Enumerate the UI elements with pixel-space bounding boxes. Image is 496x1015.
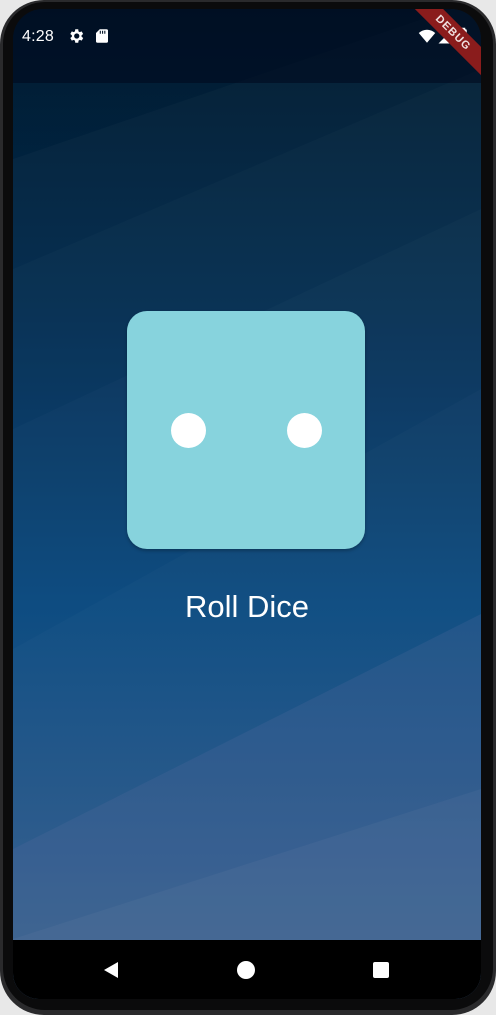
status-bar: 4:28 DEBUG [13,9,481,83]
dice-pip [171,413,206,448]
phone-bezel: 4:28 DEBUG Roll Dice [3,2,493,1010]
gear-icon [70,29,84,43]
back-icon [104,962,118,978]
home-icon [237,961,255,979]
nav-recents-button[interactable] [363,952,399,988]
recents-icon [373,962,389,978]
roll-dice-label[interactable]: Roll Dice [13,589,481,625]
debug-banner: DEBUG [403,9,481,83]
dice-face-button[interactable] [127,311,365,549]
status-time: 4:28 [22,28,54,45]
dice-pip [287,413,322,448]
nav-back-button[interactable] [93,952,129,988]
navigation-bar [13,940,481,999]
app-screen: 4:28 DEBUG Roll Dice [13,9,481,999]
phone-frame: 4:28 DEBUG Roll Dice [0,0,496,1015]
sd-card-icon [96,29,108,43]
nav-home-button[interactable] [228,952,264,988]
wifi-icon [418,29,436,43]
